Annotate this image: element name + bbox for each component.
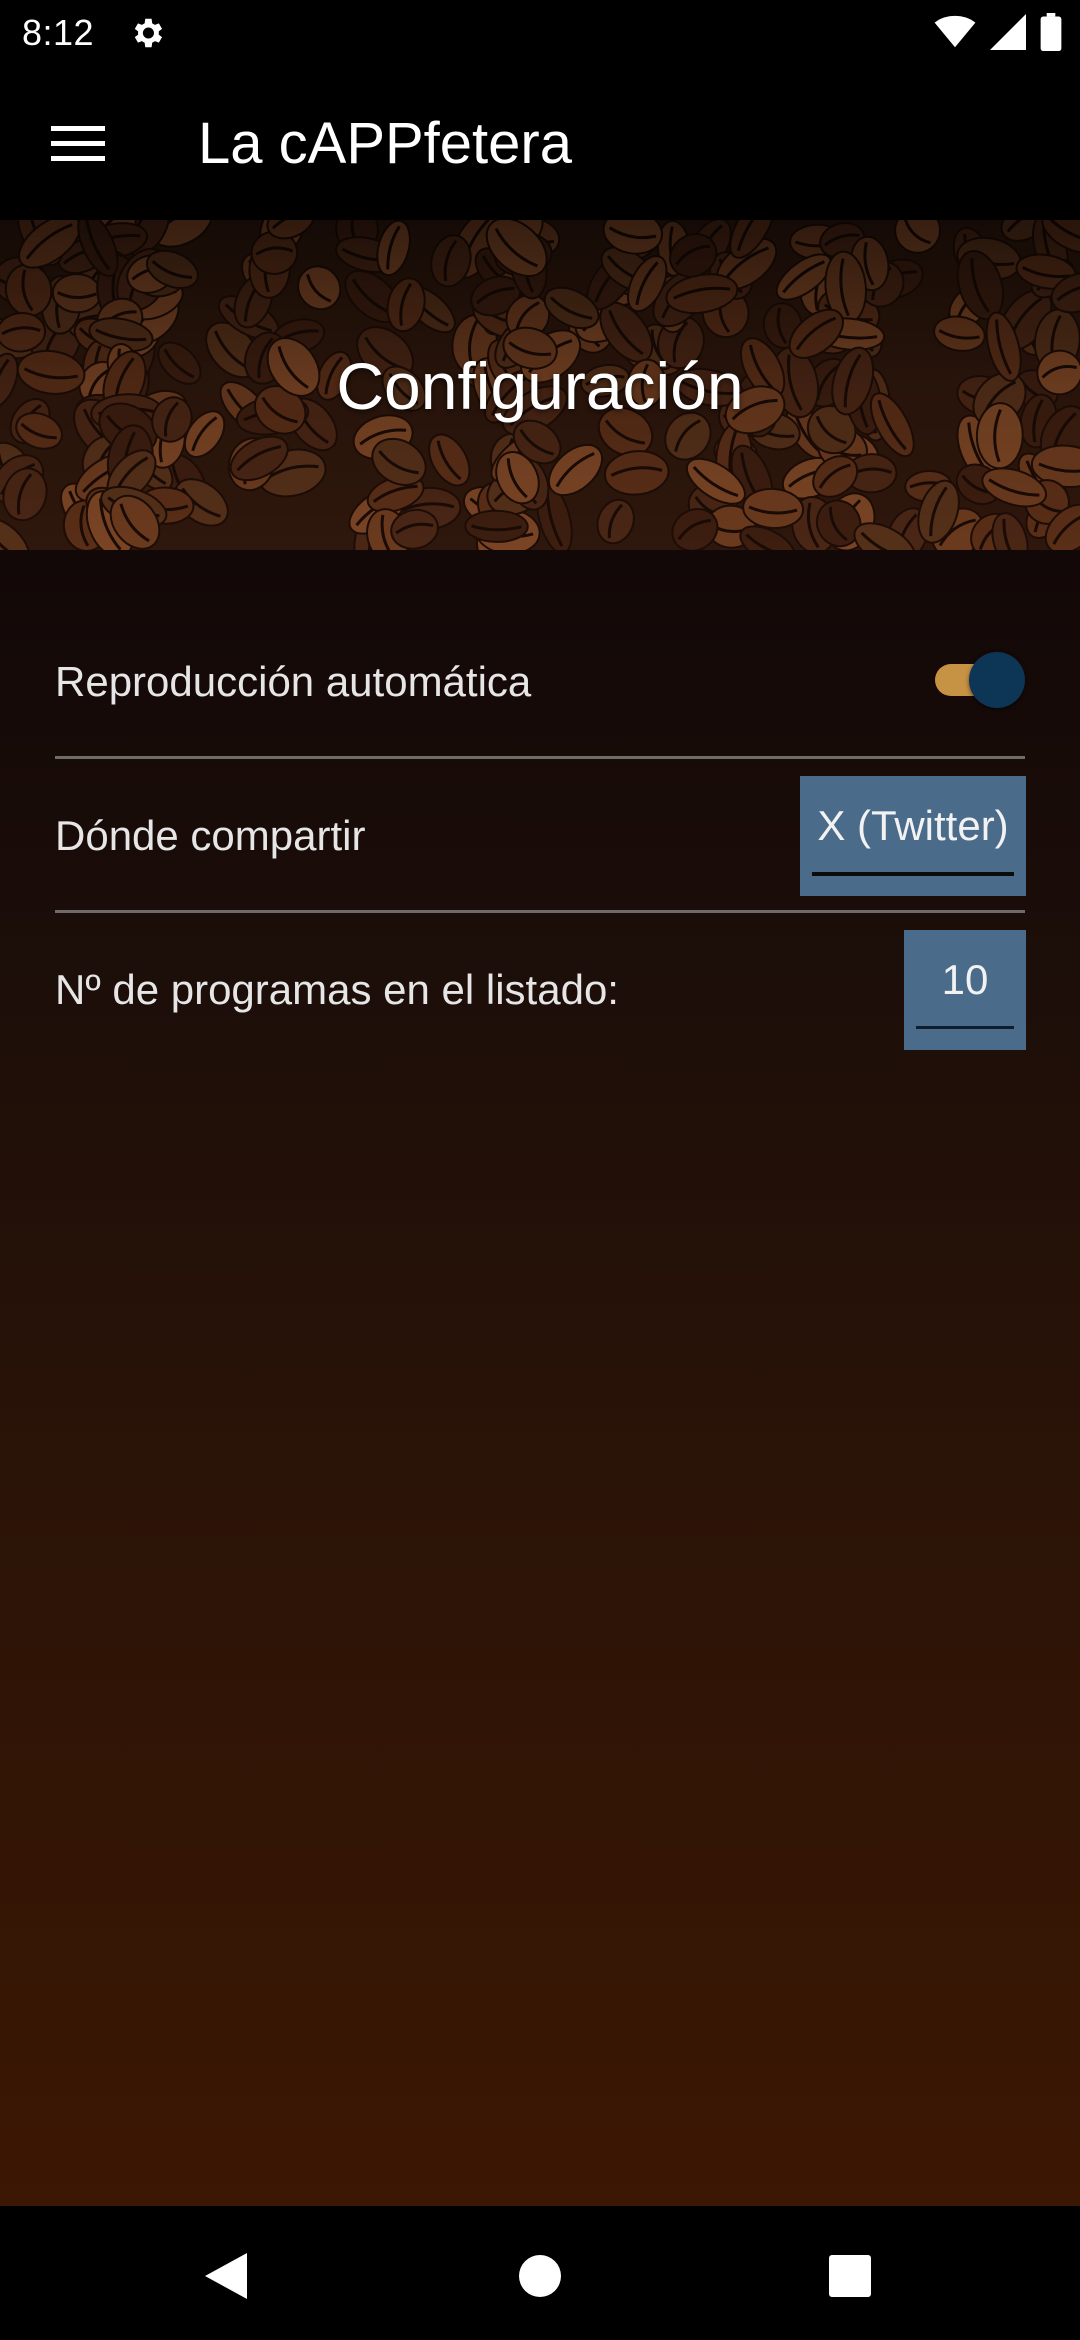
settings-screen: 8:12 La cAPPfetera Configuración Reprodu… <box>0 0 1080 2340</box>
setting-row-count: Nº de programas en el listado: <box>55 914 1025 1066</box>
autoplay-label: Reproducción automática <box>55 658 532 705</box>
input-underline <box>916 1026 1014 1029</box>
settings-content: Reproducción automática Dónde compartir … <box>0 550 1080 2206</box>
home-icon[interactable] <box>500 2236 580 2316</box>
toggle-thumb <box>969 652 1025 708</box>
status-bar: 8:12 <box>0 0 1080 66</box>
autoplay-toggle[interactable] <box>925 648 1025 708</box>
dropdown-underline <box>812 872 1014 876</box>
app-bar: La cAPPfetera <box>0 66 1080 220</box>
share-target-value: X (Twitter) <box>817 802 1009 849</box>
count-value: 10 <box>941 956 989 1003</box>
share-label: Dónde compartir <box>55 812 366 859</box>
battery-icon <box>1040 12 1062 56</box>
hamburger-menu-icon[interactable] <box>38 104 118 184</box>
divider <box>55 910 1025 913</box>
share-target-dropdown[interactable]: X (Twitter) <box>800 776 1026 896</box>
setting-row-autoplay: Reproducción automática <box>55 606 1025 758</box>
status-time: 8:12 <box>22 12 95 53</box>
recents-icon[interactable] <box>810 2236 890 2316</box>
count-input[interactable]: 10 <box>904 930 1026 1050</box>
wifi-icon <box>934 15 976 54</box>
count-label: Nº de programas en el listado: <box>55 966 619 1013</box>
status-icons <box>934 12 1062 56</box>
signal-icon <box>990 13 1026 55</box>
page-title: Configuración <box>336 349 744 423</box>
header-banner: Configuración <box>0 220 1080 550</box>
divider <box>55 756 1025 759</box>
back-icon[interactable] <box>186 2236 266 2316</box>
navigation-bar <box>0 2206 1080 2340</box>
gear-icon <box>128 14 166 52</box>
app-title: La cAPPfetera <box>198 111 572 176</box>
